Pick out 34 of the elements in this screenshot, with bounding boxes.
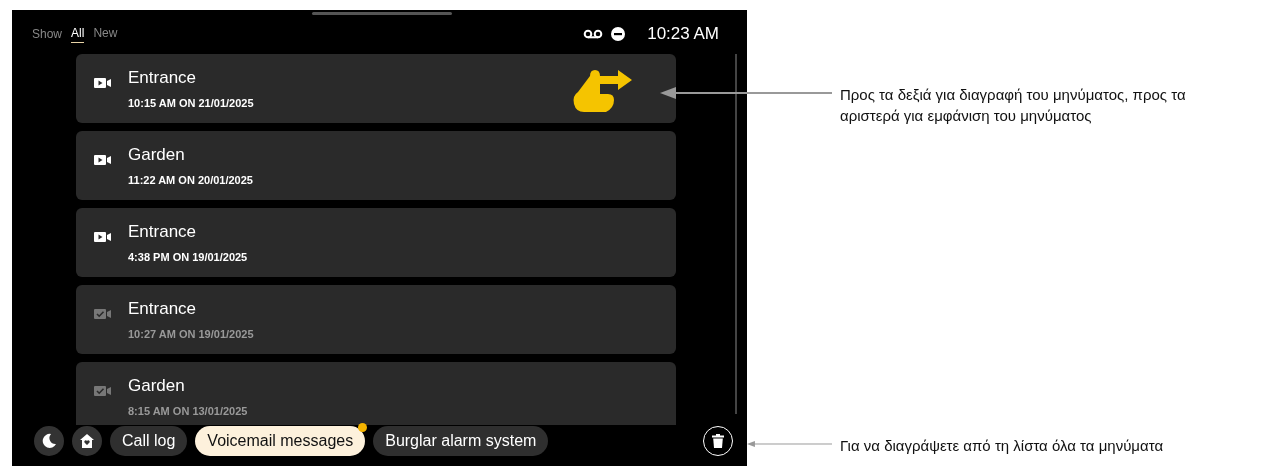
filter-tab[interactable]: All — [71, 25, 85, 43]
message-card[interactable]: Entrance 4:38 PM ON 19/01/2025 — [76, 208, 676, 277]
scrollbar[interactable] — [735, 54, 737, 414]
filter-tab[interactable]: New — [93, 25, 118, 43]
voicemail-icon — [583, 29, 604, 39]
camera-name: Entrance — [128, 299, 198, 319]
message-card[interactable]: Garden 8:15 AM ON 13/01/2025 — [76, 362, 676, 425]
message-card[interactable]: Entrance 10:15 AM ON 21/01/2025 — [76, 54, 676, 123]
camera-name: Garden — [128, 376, 186, 396]
clock-time: 10:23 AM — [647, 24, 719, 44]
annotation-text: Για να διαγράψετε από τη λίστα όλα τα μηνύματα — [840, 436, 1164, 456]
filter-label: Show — [32, 27, 63, 41]
night-mode-button[interactable] — [34, 426, 64, 456]
message-time: 10:15 AM ON 21/01/2025 — [128, 97, 254, 109]
nav-tab[interactable]: Voicemail messages — [195, 426, 366, 456]
trash-icon — [712, 434, 724, 448]
message-card[interactable]: Garden 11:22 AM ON 20/01/2025 — [76, 131, 676, 200]
message-time: 8:15 AM ON 13/01/2025 — [128, 405, 248, 417]
message-time: 4:38 PM ON 19/01/2025 — [128, 251, 248, 263]
drag-handle[interactable] — [312, 12, 452, 15]
message-time: 11:22 AM ON 20/01/2025 — [128, 174, 253, 186]
camera-name: Entrance — [128, 68, 198, 88]
nav-tab[interactable]: Call log — [110, 426, 188, 456]
home-icon — [79, 433, 95, 449]
camera-name: Garden — [128, 145, 186, 165]
home-button[interactable] — [72, 426, 102, 456]
camera-name: Entrance — [128, 222, 198, 242]
delete-all-button[interactable] — [703, 426, 733, 456]
nav-tab[interactable]: Burglar alarm system — [373, 426, 549, 456]
message-time: 10:27 AM ON 19/01/2025 — [128, 328, 254, 340]
moon-icon — [41, 433, 57, 449]
annotation-text: Προς τα δεξιά για διαγραφή του μηνύματος, προς τα αριστερά για εμφάνιση του μηνύματος — [840, 85, 1187, 126]
message-card[interactable]: Entrance 10:27 AM ON 19/01/2025 — [76, 285, 676, 354]
do-not-disturb-icon — [611, 27, 626, 41]
